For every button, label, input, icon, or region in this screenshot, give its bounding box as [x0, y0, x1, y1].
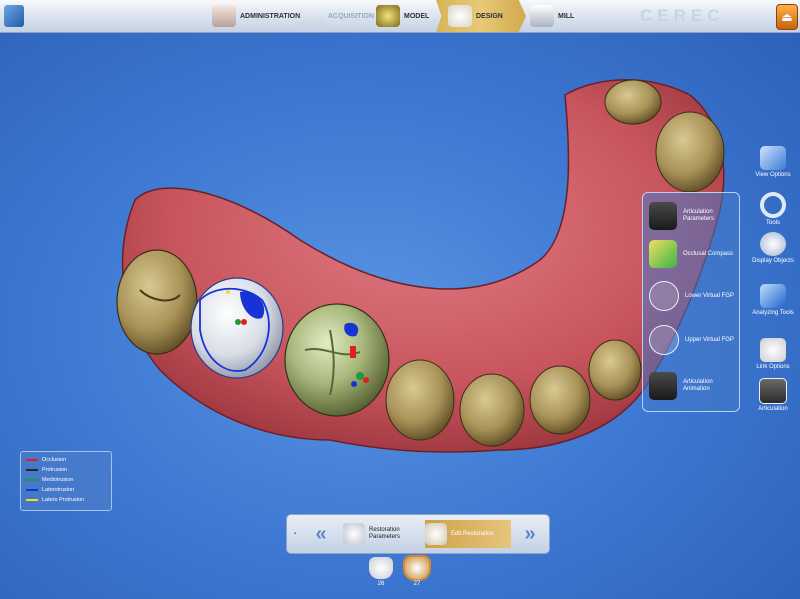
legend-label: Protrusion [42, 467, 68, 473]
tooth-selector-26[interactable]: 26 [366, 557, 396, 587]
flyout-label: Occlusal Compass [683, 250, 734, 257]
back-button[interactable]: « [303, 520, 339, 548]
occlusal-compass-button[interactable]: Occlusal Compass [649, 237, 737, 271]
flyout-label: Upper Virtual FGP [685, 336, 734, 343]
analyzing-tools-icon [760, 284, 786, 308]
legend-item: Latero Protrusion [26, 496, 84, 504]
display-objects-icon [760, 232, 786, 256]
legend-swatch [26, 499, 38, 501]
lower-virtual-fgp-button[interactable]: Lower Virtual FGP [649, 279, 737, 313]
articulator-icon [649, 202, 677, 230]
link-tooth-icon [760, 338, 786, 362]
lower-fgp-icon [649, 281, 679, 311]
legend-item: Occlusion [26, 456, 66, 464]
legend-label: Latero Protrusion [42, 497, 85, 503]
upper-fgp-icon [649, 325, 679, 355]
legend-label: Mediotrusion [42, 477, 74, 483]
button-label: View Options [755, 172, 791, 178]
tooth-premolar [459, 373, 525, 447]
button-label: Display Objects [752, 258, 794, 264]
edit-crown-icon [425, 523, 447, 545]
articulation-icon [759, 378, 787, 404]
legend-label: Laterotrusion [42, 487, 75, 493]
flyout-label: Articulation Animation [683, 379, 713, 392]
step-wizard: ▪ « Restoration Parameters Edit Restorat… [286, 514, 550, 554]
button-label: Articulation [758, 406, 788, 412]
legend-swatch [26, 489, 38, 491]
contact-laterotrusion [351, 381, 357, 387]
tooth-canine [529, 365, 591, 435]
wizard-menu-icon[interactable]: ▪ [289, 520, 301, 548]
contact-latero-protrusion [226, 290, 230, 294]
button-label: Tools [765, 220, 780, 226]
legend-item: Protrusion [26, 466, 67, 474]
button-label: Link Options [756, 364, 790, 370]
legend-item: Mediotrusion [26, 476, 74, 484]
contact-occlusion [350, 346, 356, 358]
upper-virtual-fgp-button[interactable]: Upper Virtual FGP [649, 323, 737, 357]
tooth-incisor [588, 339, 642, 401]
legend-swatch [26, 479, 38, 481]
view-options-button[interactable]: View Options [748, 146, 798, 179]
forward-button[interactable]: » [513, 520, 547, 548]
legend-swatch [26, 459, 38, 461]
tooth-number: 26 [377, 581, 385, 587]
animation-icon [649, 372, 677, 400]
legend-label: Occlusion [42, 457, 67, 463]
legend-swatch [26, 469, 38, 471]
contact-mediotrusion [356, 372, 364, 380]
tooth-molar-upper [655, 111, 725, 193]
step-label: Restoration Parameters [369, 527, 401, 540]
tooth-molar-left [116, 249, 198, 355]
link-options-button[interactable]: Link Options [748, 338, 798, 371]
button-label: Analyzing Tools [752, 310, 794, 316]
tools-ring-icon [760, 192, 786, 218]
crown-27 [284, 303, 390, 417]
view-cube-icon [760, 146, 786, 170]
articulation-flyout: Articulation Parameters Occlusal Compass… [642, 192, 740, 412]
step-edit-restoration[interactable]: Edit Restoration [425, 520, 511, 548]
analyzing-tools-button[interactable]: Analyzing Tools [748, 284, 798, 317]
tooth-premolar [385, 359, 455, 441]
legend-item: Laterotrusion [26, 486, 74, 494]
tooth-selector-27[interactable]: 27 [402, 557, 432, 587]
contact-legend: Occlusion Protrusion Mediotrusion Latero… [20, 451, 112, 511]
occlusal-compass-icon [649, 240, 677, 268]
tooth-number: 27 [413, 581, 421, 587]
tooth-molar-back [604, 79, 662, 125]
contact-occlusion [241, 319, 247, 325]
tooth-26-icon [369, 557, 393, 579]
crown-parameters-icon [343, 523, 365, 545]
flyout-label: Lower Virtual FGP [685, 292, 734, 299]
articulation-animation-button[interactable]: Articulation Animation [649, 369, 737, 403]
contact-mediotrusion [235, 319, 241, 325]
flyout-label: Articulation Parameters [683, 209, 715, 222]
tools-button[interactable]: Tools [748, 192, 798, 227]
articulation-button[interactable]: Articulation [748, 378, 798, 413]
step-label: Edit Restoration [451, 530, 494, 537]
tooth-27-icon [405, 557, 429, 579]
contact-occlusion [363, 377, 369, 383]
articulation-parameters-button[interactable]: Articulation Parameters [649, 199, 737, 233]
step-restoration-parameters[interactable]: Restoration Parameters [343, 520, 423, 548]
display-objects-button[interactable]: Display Objects [748, 232, 798, 265]
